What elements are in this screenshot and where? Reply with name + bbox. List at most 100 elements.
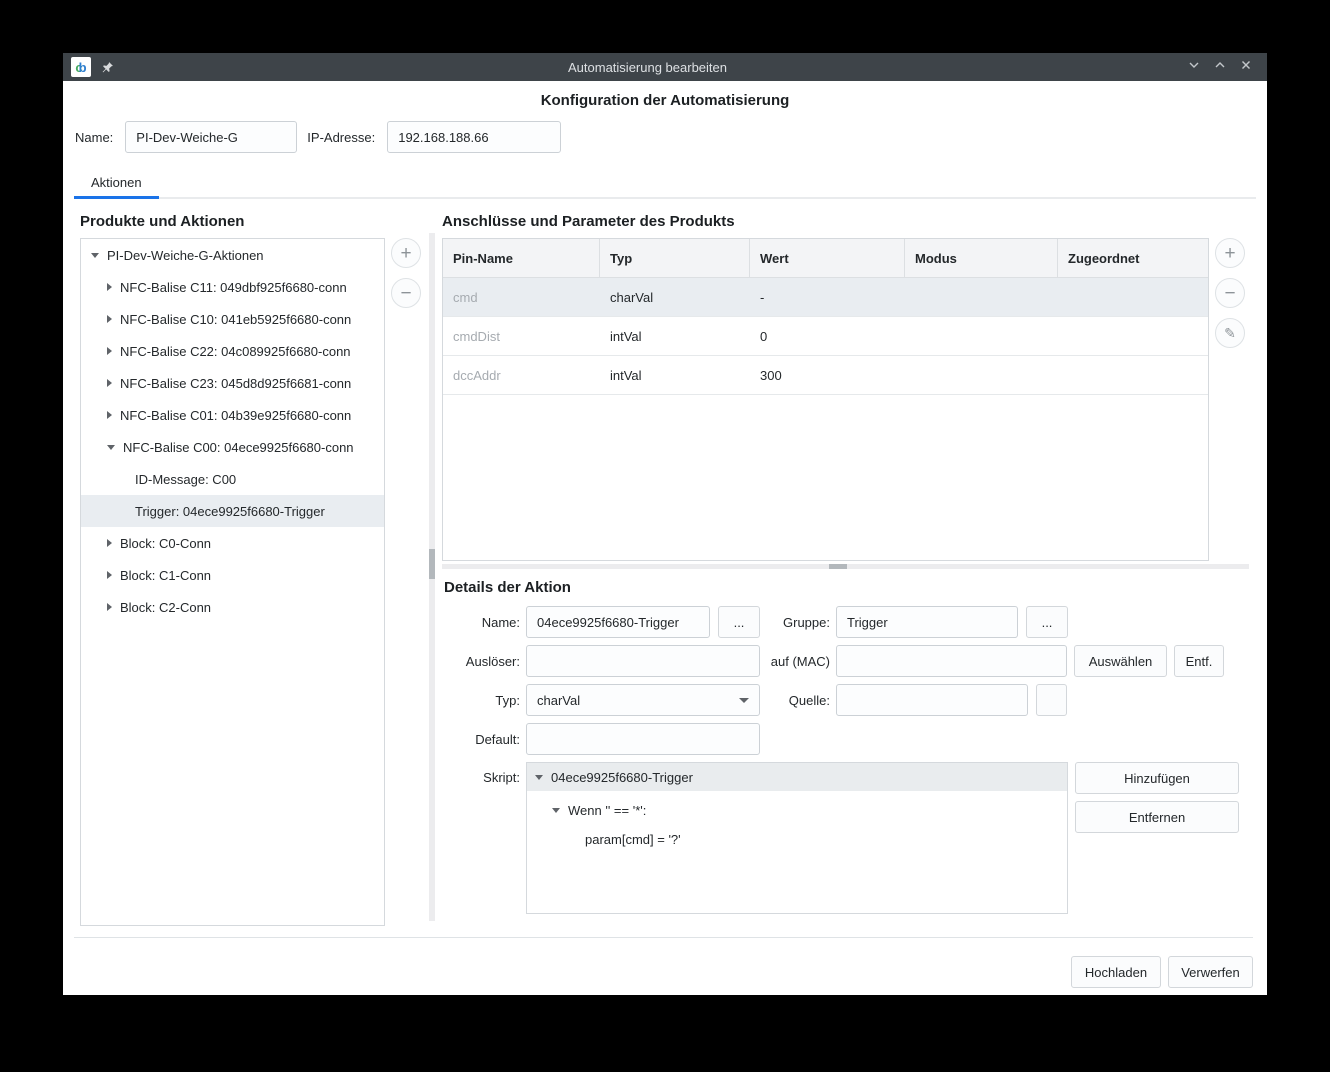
details-name-input[interactable]: [526, 606, 710, 638]
tree-item-nfc-c11[interactable]: NFC-Balise C11: 049dbf925f6680-conn: [81, 271, 384, 303]
main-area: Produkte und Aktionen PI-Dev-Weiche-G-Ak…: [74, 211, 1253, 995]
tree-item-nfc-c10[interactable]: NFC-Balise C10: 041eb5925f6680-conn: [81, 303, 384, 335]
page-title: Konfiguration der Automatisierung: [540, 92, 790, 109]
chevron-right-icon[interactable]: [107, 283, 112, 291]
right-panel: Anschlüsse und Parameter des Produkts Pi…: [442, 211, 1253, 995]
chevron-right-icon[interactable]: [107, 347, 112, 355]
chevron-down-icon[interactable]: [552, 808, 560, 813]
tree-item-nfc-c23[interactable]: NFC-Balise C23: 045d8d925f6681-conn: [81, 367, 384, 399]
minimize-button[interactable]: [1181, 55, 1207, 79]
footer-divider: [74, 937, 1253, 938]
vertical-splitter[interactable]: [429, 233, 435, 921]
tree-item-block-c2[interactable]: Block: C2-Conn: [81, 591, 384, 623]
pins-table: Pin-Name Typ Wert Modus Zugeordnet cmd c…: [442, 238, 1209, 561]
cell-pin: dccAddr: [453, 367, 501, 383]
maximize-button[interactable]: [1207, 55, 1233, 79]
header-wert: Wert: [750, 239, 905, 277]
table-row[interactable]: dccAddr intVal 300: [443, 356, 1208, 395]
gruppe-input[interactable]: [836, 606, 1018, 638]
cell-wert: 300: [760, 367, 782, 383]
chevron-right-icon[interactable]: [107, 315, 112, 323]
tree-item-block-c0[interactable]: Block: C0-Conn: [81, 527, 384, 559]
chevron-down-icon[interactable]: [535, 774, 543, 780]
products-panel: Produkte und Aktionen PI-Dev-Weiche-G-Ak…: [74, 211, 426, 995]
entfernen-button[interactable]: Entfernen: [1075, 801, 1239, 833]
tree-item-root[interactable]: PI-Dev-Weiche-G-Aktionen: [81, 239, 384, 271]
hochladen-button[interactable]: Hochladen: [1071, 956, 1161, 988]
tree-item-nfc-c00[interactable]: NFC-Balise C00: 04ece9925f6680-conn: [81, 431, 384, 463]
table-row[interactable]: cmd charVal -: [443, 278, 1208, 317]
entf-button[interactable]: Entf.: [1174, 645, 1224, 677]
tree-item-label: NFC-Balise C11: 049dbf925f6680-conn: [120, 279, 347, 295]
tree-item-label: Block: C1-Conn: [120, 567, 212, 583]
cell-zugeordnet: [1058, 317, 1208, 355]
products-heading: Produkte und Aktionen: [80, 213, 245, 230]
tree-item-label: ID-Message: C00: [135, 471, 237, 487]
auf-mac-input[interactable]: [836, 645, 1067, 677]
name-input[interactable]: [125, 121, 298, 153]
script-root-label: 04ece9925f6680-Trigger: [551, 769, 693, 785]
close-icon: [1240, 58, 1252, 76]
verwerfen-button[interactable]: Verwerfen: [1168, 956, 1253, 988]
tree-add-button[interactable]: +: [391, 238, 421, 268]
quelle-input[interactable]: [836, 684, 1028, 716]
gruppe-more-button[interactable]: ...: [1026, 606, 1068, 638]
ausloeser-label: Auslöser:: [465, 653, 520, 669]
cell-pin: cmd: [453, 289, 478, 305]
details-name-label: Name:: [481, 614, 520, 630]
splitter-handle[interactable]: [829, 564, 848, 569]
auf-mac-label: auf (MAC): [770, 653, 830, 669]
chevron-right-icon[interactable]: [107, 539, 112, 547]
name-more-button[interactable]: ...: [718, 606, 760, 638]
typ-dropdown[interactable]: charVal: [526, 684, 760, 716]
ausloeser-input[interactable]: [526, 645, 760, 677]
chevron-right-icon[interactable]: [107, 411, 112, 419]
chevron-right-icon[interactable]: [107, 603, 112, 611]
script-root-row[interactable]: 04ece9925f6680-Trigger: [527, 763, 1067, 791]
minus-icon: −: [400, 282, 412, 304]
quelle-browse-button[interactable]: [1036, 684, 1067, 716]
hinzufuegen-button[interactable]: Hinzufügen: [1075, 762, 1239, 794]
pin-remove-button[interactable]: −: [1215, 278, 1245, 308]
dropdown-arrow-icon: [739, 697, 749, 703]
chevron-right-icon[interactable]: [107, 379, 112, 387]
auswaehlen-button[interactable]: Auswählen: [1074, 645, 1167, 677]
pin-icon[interactable]: [101, 61, 114, 74]
script-tree: 04ece9925f6680-Trigger Wenn '' == '*': p…: [526, 762, 1068, 914]
table-row[interactable]: cmdDist intVal 0: [443, 317, 1208, 356]
minus-icon: −: [1224, 282, 1236, 304]
close-button[interactable]: [1233, 55, 1259, 79]
cell-typ: charVal: [610, 289, 654, 305]
default-input[interactable]: [526, 723, 760, 755]
cell-pin: cmdDist: [453, 328, 500, 344]
tree-item-block-c1[interactable]: Block: C1-Conn: [81, 559, 384, 591]
script-statement-label: param[cmd] = '?': [585, 832, 681, 847]
chevron-down-icon[interactable]: [91, 252, 99, 258]
header-typ: Typ: [600, 239, 750, 277]
tree-item-id-message[interactable]: ID-Message: C00: [81, 463, 384, 495]
pins-heading: Anschlüsse und Parameter des Produkts: [442, 213, 735, 230]
tab-aktionen[interactable]: Aktionen: [74, 167, 159, 199]
header-pin-name: Pin-Name: [443, 239, 600, 277]
pin-add-button[interactable]: +: [1215, 238, 1245, 268]
header-modus: Modus: [905, 239, 1058, 277]
tree-item-trigger[interactable]: Trigger: 04ece9925f6680-Trigger: [81, 495, 384, 527]
tree-item-nfc-c01[interactable]: NFC-Balise C01: 04b39e925f6680-conn: [81, 399, 384, 431]
chevron-right-icon[interactable]: [107, 571, 112, 579]
script-statement-row[interactable]: param[cmd] = '?': [527, 832, 1067, 847]
pin-edit-button[interactable]: ✎: [1215, 318, 1245, 348]
splitter-handle[interactable]: [429, 549, 435, 580]
app-icon-b: b: [78, 59, 87, 75]
script-condition-label: Wenn '' == '*':: [568, 803, 647, 818]
script-condition-row[interactable]: Wenn '' == '*':: [527, 803, 1067, 818]
tree-item-nfc-c22[interactable]: NFC-Balise C22: 04c089925f6680-conn: [81, 335, 384, 367]
cell-typ: intVal: [610, 328, 642, 344]
cell-modus: [905, 317, 1058, 355]
cell-typ: intVal: [610, 367, 642, 383]
chevron-down-icon[interactable]: [107, 444, 115, 450]
tree-item-label: NFC-Balise C10: 041eb5925f6680-conn: [120, 311, 352, 327]
ip-address-input[interactable]: [387, 121, 562, 153]
horizontal-splitter[interactable]: [442, 564, 1249, 569]
tree-remove-button[interactable]: −: [391, 278, 421, 308]
app-icon: cb: [71, 57, 91, 77]
